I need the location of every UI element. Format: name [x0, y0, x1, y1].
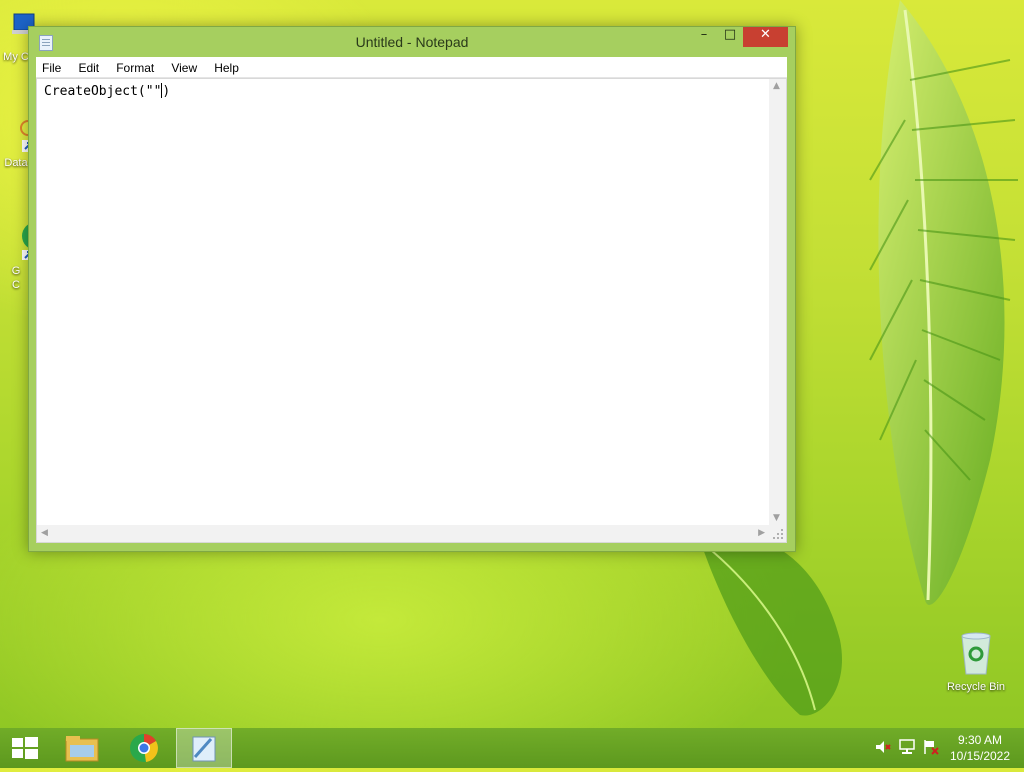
chrome-icon: [130, 734, 158, 762]
menu-help[interactable]: Help: [208, 58, 245, 75]
menu-edit[interactable]: Edit: [72, 58, 105, 75]
maximize-icon: □: [723, 27, 737, 42]
taskbar-file-explorer[interactable]: [56, 728, 112, 768]
clock[interactable]: 9:30 AM 10/15/2022: [940, 732, 1020, 764]
desktop-icon-recycle-bin[interactable]: Recycle Bin: [938, 630, 1014, 693]
scroll-right-icon[interactable]: ▶: [758, 528, 765, 538]
editor-text-before-caret: CreateObject("": [44, 84, 162, 99]
taskbar-notepad[interactable]: [176, 728, 232, 768]
clock-date: 10/15/2022: [949, 749, 1011, 763]
notepad-window[interactable]: Untitled - Notepad – □ ✕ File Edit Forma…: [28, 26, 796, 552]
recycle-bin-icon: [961, 632, 991, 675]
maximize-button[interactable]: □: [717, 27, 743, 47]
network-icon[interactable]: [898, 738, 916, 756]
start-button[interactable]: [0, 728, 50, 768]
close-icon: ✕: [760, 27, 771, 42]
scroll-left-icon[interactable]: ◀: [41, 528, 48, 538]
editor-text-after-caret: ): [162, 84, 171, 99]
menu-bar: File Edit Format View Help: [36, 57, 787, 78]
close-button[interactable]: ✕: [743, 27, 788, 47]
text-editor[interactable]: CreateObject("") ▲ ▼ ◀ ▶: [36, 78, 787, 543]
vertical-scrollbar[interactable]: ▲ ▼: [769, 79, 786, 525]
desktop-icon-label: Recycle Bin: [946, 681, 1006, 693]
menu-view[interactable]: View: [165, 58, 203, 75]
window-title: Untitled - Notepad: [355, 34, 469, 50]
taskbar-chrome[interactable]: [116, 728, 172, 768]
resize-grip-icon: [773, 529, 783, 539]
windows-logo-icon: [12, 737, 38, 759]
menu-format[interactable]: Format: [110, 58, 160, 75]
taskbar: 9:30 AM 10/15/2022: [0, 728, 1024, 768]
editor-text: CreateObject(""): [44, 83, 170, 99]
volume-muted-icon[interactable]: [874, 738, 892, 756]
minimize-button[interactable]: –: [691, 27, 717, 47]
clock-time: 9:30 AM: [957, 733, 1003, 747]
action-center-flag-icon[interactable]: [922, 738, 940, 756]
menu-file[interactable]: File: [36, 58, 67, 75]
folder-icon: [65, 736, 99, 762]
horizontal-scrollbar[interactable]: ◀ ▶: [37, 525, 769, 542]
scroll-down-icon[interactable]: ▼: [773, 513, 780, 523]
size-grip[interactable]: [769, 525, 786, 542]
notepad-icon: [192, 736, 216, 762]
minimize-icon: –: [700, 27, 708, 42]
scroll-up-icon[interactable]: ▲: [773, 81, 780, 91]
title-bar[interactable]: Untitled - Notepad – □ ✕: [29, 27, 795, 57]
